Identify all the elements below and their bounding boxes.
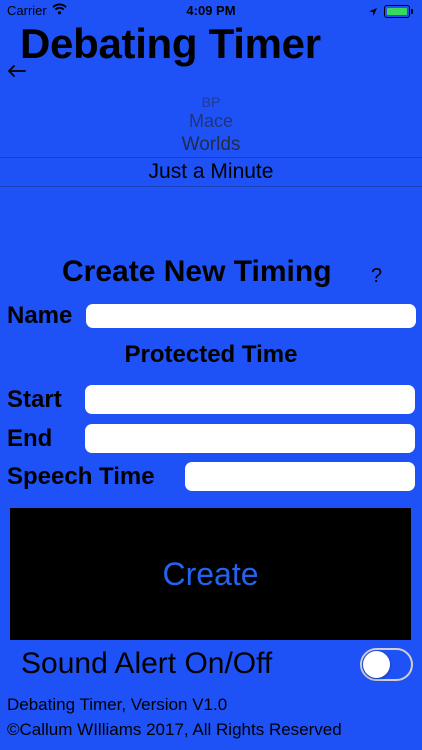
- name-input[interactable]: [86, 304, 416, 328]
- picker-item-worlds[interactable]: Worlds: [0, 134, 422, 156]
- end-label: End: [7, 425, 53, 452]
- app-title: Debating Timer: [20, 20, 321, 67]
- speech-time-input[interactable]: [185, 462, 415, 491]
- picker-item-bp[interactable]: BP: [0, 94, 422, 110]
- help-icon[interactable]: ?: [371, 265, 382, 288]
- battery-icon: [384, 5, 413, 18]
- status-bar: Carrier 4:09 PM: [0, 0, 422, 22]
- battery-nub: [411, 9, 413, 14]
- sound-alert-toggle[interactable]: [360, 648, 413, 681]
- status-time: 4:09 PM: [186, 3, 236, 18]
- battery-level: [387, 8, 407, 15]
- create-timing-heading: Create New Timing: [62, 255, 332, 288]
- toggle-knob: [363, 651, 390, 678]
- picker-item-mace[interactable]: Mace: [0, 111, 422, 132]
- protected-time-heading: Protected Time: [124, 341, 298, 368]
- start-input[interactable]: [85, 385, 415, 414]
- speech-time-label: Speech Time: [7, 463, 155, 490]
- sound-alert-label: Sound Alert On/Off: [21, 647, 273, 680]
- end-input[interactable]: [85, 424, 415, 453]
- picker-item-selected[interactable]: Just a Minute: [0, 157, 422, 187]
- back-arrow-icon[interactable]: [7, 64, 27, 83]
- location-arrow-icon: [368, 5, 378, 20]
- copyright-text: ©Callum WIlliams 2017, All Rights Reserv…: [7, 720, 342, 739]
- start-label: Start: [7, 386, 62, 413]
- name-label: Name: [7, 302, 73, 329]
- version-text: Debating Timer, Version V1.0: [7, 695, 228, 714]
- create-button[interactable]: Create: [10, 508, 411, 640]
- create-button-label: Create: [162, 555, 259, 592]
